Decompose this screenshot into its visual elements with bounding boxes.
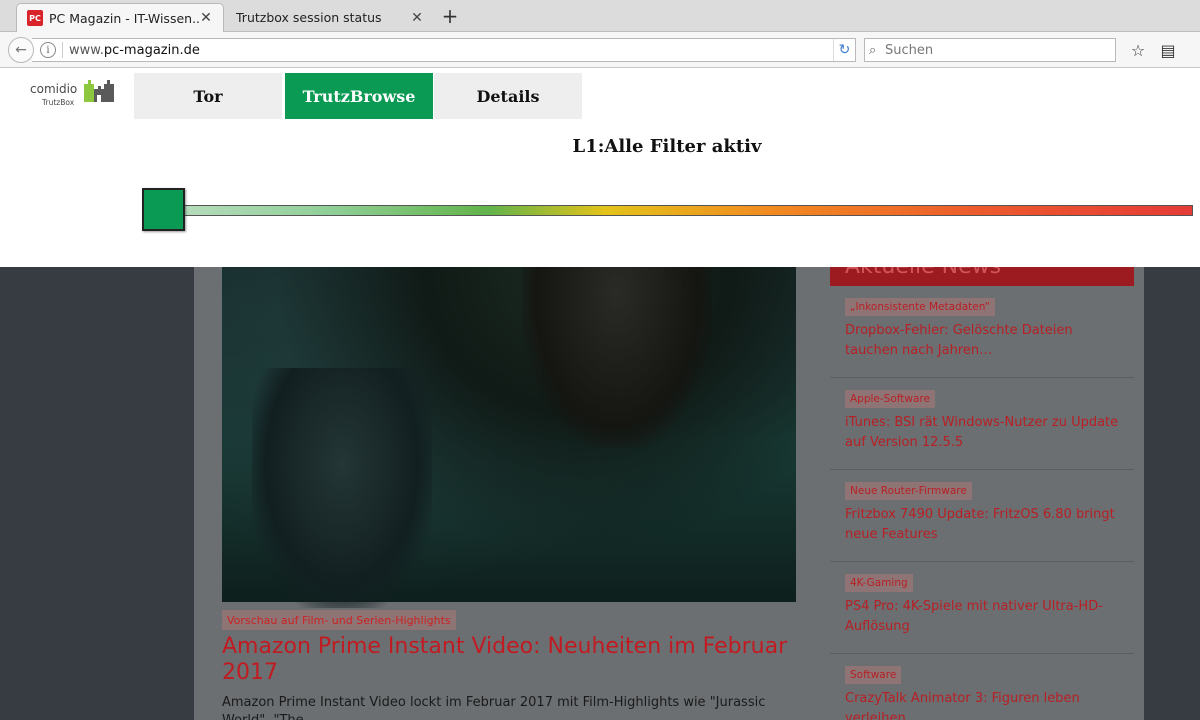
address-bar[interactable]: i www.pc-magazin.de ↻ — [32, 38, 856, 62]
navigation-toolbar: i www.pc-magazin.de ↻ ← ⌕ ☆ ▤ — [0, 32, 1200, 68]
news-item[interactable]: 4K-Gaming PS4 Pro: 4K-Spiele mit nativer… — [830, 562, 1134, 654]
comidio-logo: comidio TrutzBox — [28, 78, 118, 114]
news-category: „Inkonsistente Metadaten“ — [845, 298, 996, 316]
news-category: Apple-Software — [845, 390, 935, 408]
trutzbox-overlay: comidio TrutzBox Tor TrutzBrowse Details… — [0, 68, 1200, 267]
tab-strip: PC PC Magazin - IT-Wissen... ✕ Trutzbox … — [0, 0, 1200, 32]
news-title[interactable]: Dropbox-Fehler: Gelöschte Dateien tauche… — [845, 321, 1120, 361]
filter-level-slider-handle[interactable] — [142, 188, 185, 231]
search-icon: ⌕ — [869, 42, 877, 58]
close-tab-icon[interactable]: ✕ — [199, 10, 213, 26]
url-text[interactable]: www.pc-magazin.de — [69, 43, 833, 58]
tab-trutzbrowse[interactable]: TrutzBrowse — [285, 73, 433, 119]
news-category: Neue Router-Firmware — [845, 482, 972, 500]
castle-icon — [84, 80, 114, 102]
news-title[interactable]: CrazyTalk Animator 3: Figuren leben verl… — [845, 689, 1120, 720]
news-item[interactable]: Software CrazyTalk Animator 3: Figuren l… — [830, 654, 1134, 720]
article-teaser: Amazon Prime Instant Video lockt im Febr… — [222, 695, 766, 720]
tab-details[interactable]: Details — [434, 73, 582, 119]
pc-magazin-favicon: PC — [27, 10, 43, 26]
article-headline[interactable]: Amazon Prime Instant Video: Neuheiten im… — [222, 634, 802, 686]
logo-text: comidio — [30, 82, 78, 96]
tab-pc-magazin[interactable]: PC PC Magazin - IT-Wissen... ✕ — [16, 3, 224, 32]
url-prefix: www. — [69, 42, 104, 58]
soldier-figure — [252, 368, 432, 608]
news-title[interactable]: PS4 Pro: 4K-Spiele mit nativer Ultra-HD-… — [845, 597, 1120, 637]
url-separator — [62, 42, 63, 58]
news-item[interactable]: Neue Router-Firmware Fritzbox 7490 Updat… — [830, 470, 1134, 562]
url-domain: pc-magazin.de — [103, 42, 200, 58]
tab-title: Trutzbox session status — [236, 10, 382, 25]
filter-level-title: L1:Alle Filter aktiv — [572, 136, 762, 157]
tab-title: PC Magazin - IT-Wissen... — [49, 10, 199, 26]
logo-subtext: TrutzBox — [42, 98, 75, 107]
article-kicker[interactable]: Vorschau auf Film- und Serien-Highlights — [222, 610, 456, 630]
news-item[interactable]: „Inkonsistente Metadaten“ Dropbox-Fehler… — [830, 286, 1134, 378]
filter-level-slider-track[interactable] — [142, 205, 1193, 216]
tab-tor[interactable]: Tor — [134, 73, 282, 119]
new-tab-icon[interactable]: + — [440, 4, 460, 28]
tab-trutzbox-status[interactable]: Trutzbox session status ✕ — [226, 3, 434, 32]
news-item[interactable]: Apple-Software iTunes: BSI rät Windows-N… — [830, 378, 1134, 470]
search-bar[interactable]: ⌕ — [864, 38, 1116, 62]
info-icon[interactable]: i — [40, 42, 56, 58]
news-title[interactable]: Fritzbox 7490 Update: FritzOS 6.80 bring… — [845, 505, 1120, 545]
news-category: Software — [845, 666, 902, 684]
star-icon[interactable]: ☆ — [1128, 40, 1148, 60]
news-category: 4K-Gaming — [845, 574, 913, 592]
reading-list-icon[interactable]: ▤ — [1158, 40, 1178, 60]
reload-icon[interactable]: ↻ — [833, 39, 855, 61]
back-arrow-icon[interactable]: ← — [8, 37, 34, 63]
search-input[interactable] — [885, 42, 1105, 58]
news-title[interactable]: iTunes: BSI rät Windows-Nutzer zu Update… — [845, 413, 1120, 453]
close-tab-icon[interactable]: ✕ — [410, 10, 424, 26]
